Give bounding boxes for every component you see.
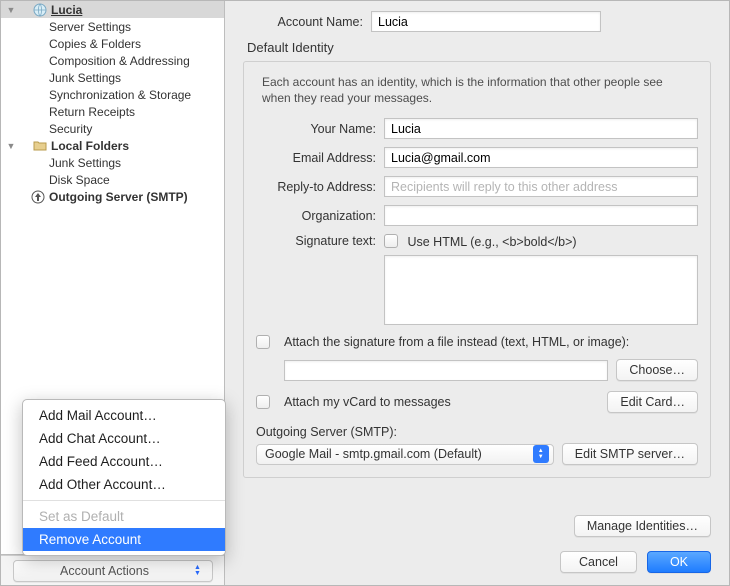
organization-label: Organization: (256, 209, 376, 223)
menu-set-default: Set as Default (23, 505, 225, 528)
your-name-label: Your Name: (256, 122, 376, 136)
signature-text-label: Signature text: (256, 234, 376, 248)
disclosure-triangle-icon[interactable]: ▼ (5, 140, 17, 152)
attach-vcard-checkbox[interactable] (256, 395, 270, 409)
menu-separator (23, 500, 225, 501)
outgoing-server-select[interactable]: Google Mail - smtp.gmail.com (Default) ▲… (256, 444, 554, 465)
sidebar-item-composition[interactable]: Composition & Addressing (1, 52, 224, 69)
outgoing-label: Outgoing Server (SMTP) (49, 190, 188, 204)
account-settings-window: ▼ Lucia Server Settings Copies & Folders… (0, 0, 730, 586)
account-name-label: Account Name: (243, 15, 363, 29)
signature-file-input[interactable] (284, 360, 608, 381)
default-identity-legend: Default Identity (247, 40, 711, 55)
identity-hint: Each account has an identity, which is t… (262, 74, 692, 106)
dialog-footer: Cancel OK (560, 551, 711, 573)
accounts-sidebar: ▼ Lucia Server Settings Copies & Folders… (1, 1, 225, 585)
menu-add-chat-account[interactable]: Add Chat Account… (23, 427, 225, 450)
outgoing-server-value: Google Mail - smtp.gmail.com (Default) (265, 447, 527, 461)
default-identity-box: Each account has an identity, which is t… (243, 61, 711, 478)
folder-icon (33, 139, 47, 153)
outgoing-icon (31, 190, 45, 204)
attach-vcard-label: Attach my vCard to messages (284, 395, 599, 409)
account-name-input[interactable] (371, 11, 601, 32)
ok-button[interactable]: OK (647, 551, 711, 573)
cancel-button[interactable]: Cancel (560, 551, 637, 573)
account-actions-bar: Account Actions ▲▼ (1, 555, 224, 585)
account-actions-dropdown[interactable]: Account Actions ▲▼ (13, 560, 213, 582)
account-detail-panel: Account Name: Default Identity Each acco… (225, 1, 729, 585)
sidebar-item-security[interactable]: Security (1, 120, 224, 137)
menu-add-mail-account[interactable]: Add Mail Account… (23, 404, 225, 427)
dropdown-arrows-icon: ▲▼ (190, 565, 206, 577)
choose-button[interactable]: Choose… (616, 359, 698, 381)
sidebar-item-sync-storage[interactable]: Synchronization & Storage (1, 86, 224, 103)
attach-signature-checkbox[interactable] (256, 335, 270, 349)
sidebar-item-return-receipts[interactable]: Return Receipts (1, 103, 224, 120)
account-actions-label: Account Actions (20, 564, 190, 578)
menu-add-feed-account[interactable]: Add Feed Account… (23, 450, 225, 473)
email-input[interactable] (384, 147, 698, 168)
menu-add-other-account[interactable]: Add Other Account… (23, 473, 225, 496)
account-label: Lucia (51, 3, 82, 17)
local-folders-item[interactable]: ▼ Local Folders (1, 137, 224, 154)
organization-input[interactable] (384, 205, 698, 226)
attach-signature-label: Attach the signature from a file instead… (284, 335, 698, 349)
outgoing-server-item[interactable]: Outgoing Server (SMTP) (1, 188, 224, 205)
your-name-input[interactable] (384, 118, 698, 139)
edit-card-button[interactable]: Edit Card… (607, 391, 698, 413)
use-html-label: Use HTML (e.g., <b>bold</b>) (407, 235, 576, 249)
account-actions-menu: Add Mail Account… Add Chat Account… Add … (22, 399, 226, 556)
reply-to-label: Reply-to Address: (256, 180, 376, 194)
globe-icon (33, 3, 47, 17)
sidebar-item-junk[interactable]: Junk Settings (1, 69, 224, 86)
sidebar-item-local-junk[interactable]: Junk Settings (1, 154, 224, 171)
local-folders-label: Local Folders (51, 139, 129, 153)
use-html-checkbox[interactable] (384, 234, 398, 248)
email-label: Email Address: (256, 151, 376, 165)
outgoing-server-label: Outgoing Server (SMTP): (256, 425, 397, 439)
menu-remove-account[interactable]: Remove Account (23, 528, 225, 551)
signature-textarea[interactable] (384, 255, 698, 325)
sidebar-item-copies-folders[interactable]: Copies & Folders (1, 35, 224, 52)
account-item-lucia[interactable]: ▼ Lucia (1, 1, 224, 18)
disclosure-triangle-icon[interactable]: ▼ (5, 4, 17, 16)
sidebar-item-server-settings[interactable]: Server Settings (1, 18, 224, 35)
edit-smtp-button[interactable]: Edit SMTP server… (562, 443, 698, 465)
account-name-row: Account Name: (243, 11, 711, 32)
manage-identities-button[interactable]: Manage Identities… (574, 515, 711, 537)
reply-to-input[interactable] (384, 176, 698, 197)
select-arrows-icon: ▲▼ (533, 445, 549, 463)
sidebar-item-disk-space[interactable]: Disk Space (1, 171, 224, 188)
